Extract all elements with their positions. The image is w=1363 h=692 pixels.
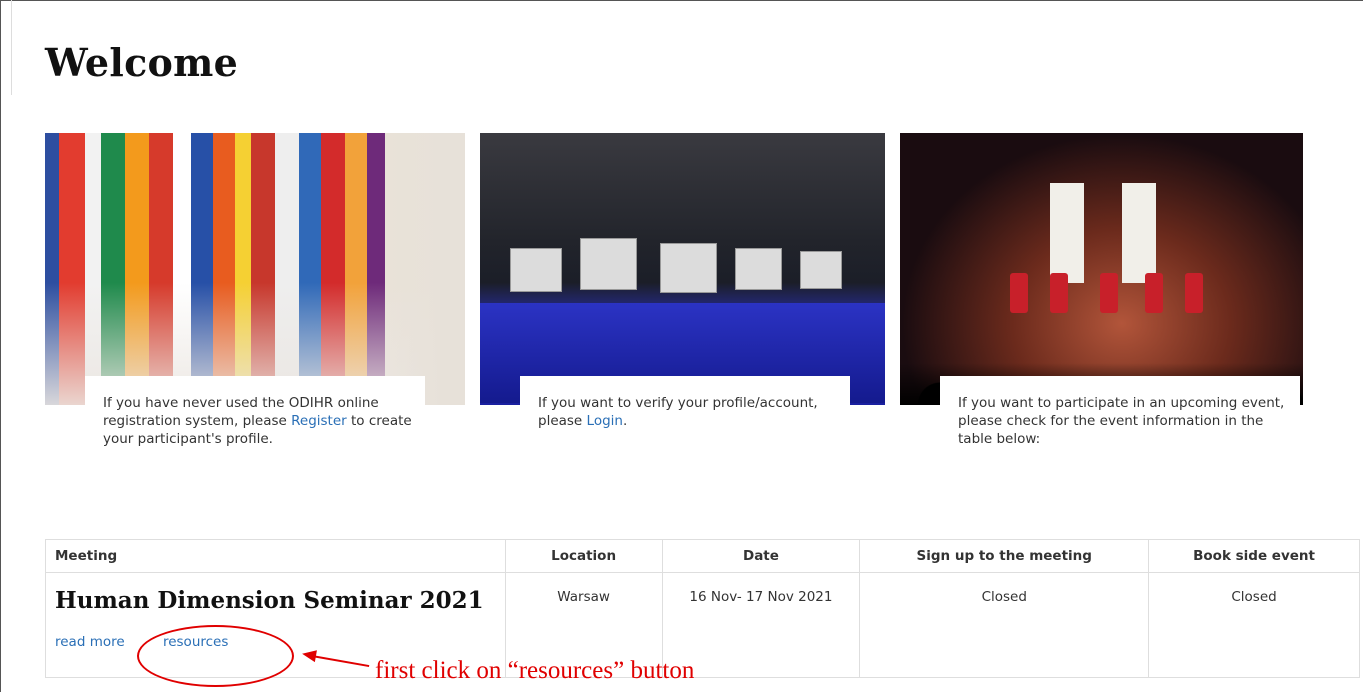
sign-up-cell: Closed bbox=[859, 572, 1150, 678]
stage-banner bbox=[1050, 183, 1084, 283]
card-register-text: If you have never used the ODIHR online … bbox=[85, 376, 425, 456]
card-login-text: If you want to verify your profile/accou… bbox=[520, 376, 850, 436]
read-more-link[interactable]: read more bbox=[55, 634, 125, 650]
conference-photo bbox=[480, 133, 885, 405]
header-date: Date bbox=[661, 539, 861, 573]
header-side-event: Book side event bbox=[1148, 539, 1360, 573]
annotation-ellipse bbox=[137, 625, 294, 687]
name-plate bbox=[735, 248, 782, 290]
meeting-title: Human Dimension Seminar 2021 bbox=[55, 587, 484, 614]
stage-chair bbox=[1145, 273, 1163, 313]
name-plate bbox=[510, 248, 562, 292]
stage-photo bbox=[900, 133, 1303, 405]
annotation-arrow-head bbox=[301, 647, 317, 663]
register-link[interactable]: Register bbox=[291, 413, 347, 429]
card-events-text-body: If you want to participate in an upcomin… bbox=[958, 395, 1285, 447]
name-plate bbox=[580, 238, 637, 290]
header-location: Location bbox=[504, 539, 663, 573]
flags-photo bbox=[45, 133, 465, 405]
frame-divider bbox=[11, 0, 12, 95]
card-login-text-after: . bbox=[622, 413, 628, 429]
login-link[interactable]: Login bbox=[587, 413, 623, 429]
frame-left-border bbox=[0, 0, 1, 692]
frame-top-border bbox=[0, 0, 1363, 1]
header-sign-up: Sign up to the meeting bbox=[859, 539, 1150, 573]
card-login-text-before: If you want to verify your profile/accou… bbox=[538, 395, 818, 429]
name-plate bbox=[660, 243, 717, 293]
card-events-text: If you want to participate in an upcomin… bbox=[940, 376, 1300, 456]
header-meeting: Meeting bbox=[45, 539, 506, 573]
side-event-cell: Closed bbox=[1148, 572, 1360, 678]
page-title: Welcome bbox=[45, 40, 239, 85]
annotation-text: first click on “resources” button bbox=[375, 657, 695, 684]
stage-chair bbox=[1100, 273, 1118, 313]
stage-banner bbox=[1122, 183, 1156, 283]
table-header-row: Meeting Location Date Sign up to the mee… bbox=[45, 539, 1360, 573]
name-plate bbox=[800, 251, 842, 289]
stage-chair bbox=[1185, 273, 1203, 313]
stage-chair bbox=[1010, 273, 1028, 313]
stage-chair bbox=[1050, 273, 1068, 313]
